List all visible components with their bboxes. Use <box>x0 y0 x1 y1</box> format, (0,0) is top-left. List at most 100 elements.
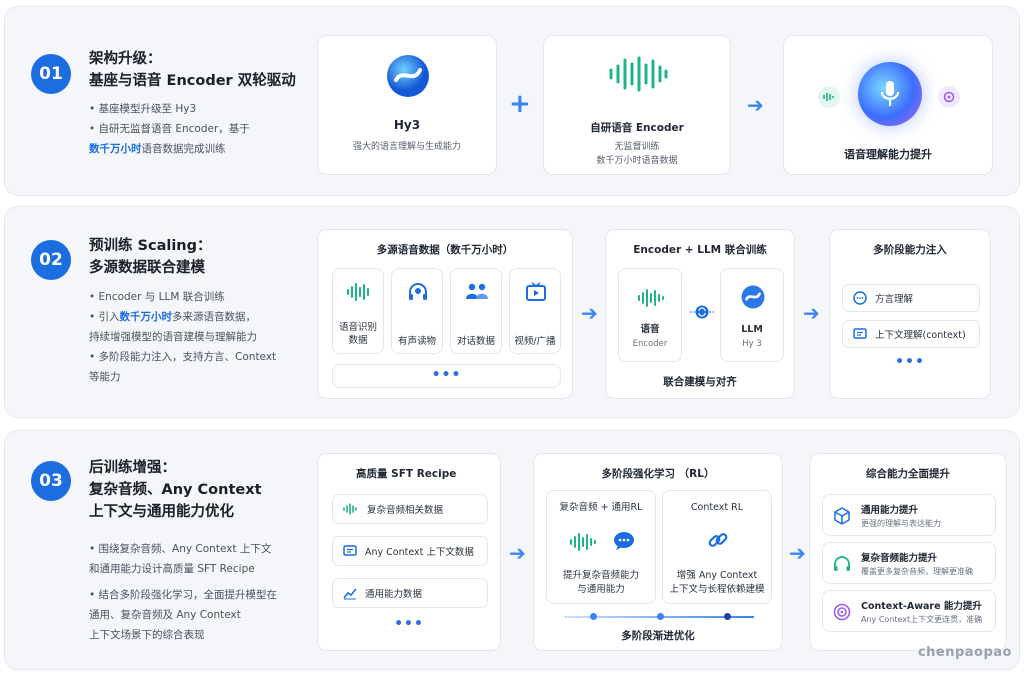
waveform-badge-icon <box>818 86 840 108</box>
section-pretraining: 02 预训练 Scaling： 多源数据联合建模 • Encoder 与 LLM… <box>4 206 1020 418</box>
bullet-text: 和通用能力设计高质量 SFT Recipe <box>89 563 255 575</box>
joint-caption: 联合建模与对齐 <box>663 376 737 388</box>
line-chart-icon <box>343 586 357 600</box>
rl-stage-title: Context RL <box>690 502 744 513</box>
waveform-icon <box>637 289 665 311</box>
progress-dot <box>724 613 731 620</box>
highlight-text: 数千万小时 <box>119 311 173 323</box>
rl-stage-title: 复杂音频 + 通用RL <box>559 502 643 513</box>
title-line: 复杂音频、Any Context <box>89 482 262 498</box>
sources-title: 多源语音数据（数千万小时） <box>376 244 514 256</box>
sft-label: Any Context 上下文数据 <box>365 547 474 558</box>
section-title: 预训练 Scaling： 多源数据联合建模 <box>89 235 212 279</box>
bullet-list: • Encoder 与 LLM 联合训练 • 引入数千万小时多来源语音数据， 持… <box>89 287 276 387</box>
source-item: 视频/广播 <box>509 268 561 354</box>
chat-bubble-icon <box>853 291 867 305</box>
overall-item: 复杂音频能力提升 覆盖更多复杂音频，理解更准确 <box>822 542 996 584</box>
bullet-text-post: 多来源语音数据， <box>172 311 257 323</box>
waveform-icon <box>569 533 597 555</box>
hy3-desc: 强大的语言理解与生成能力 <box>352 142 461 152</box>
arrow-right-icon: ➔ <box>803 301 820 325</box>
rl-stage-desc: 提升复杂音频能力 <box>562 570 639 581</box>
arrow-right-icon: ➔ <box>581 301 598 325</box>
waveform-icon <box>608 56 668 96</box>
arrow-right-icon: ➔ <box>789 541 806 565</box>
overall-item-title: 通用能力提升 <box>861 505 919 516</box>
title-line: 后训练增强： <box>89 460 176 476</box>
stages-card: 多阶段能力注入 方言理解 上下文理解(context) ••• <box>829 229 991 399</box>
section-title: 架构升级： 基座与语音 Encoder 双轮驱动 <box>89 48 296 92</box>
sft-item: 通用能力数据 <box>332 578 488 608</box>
progress-dot <box>657 613 664 620</box>
progress-dot <box>590 613 597 620</box>
sft-label: 通用能力数据 <box>365 589 423 600</box>
bullet-text: • 自研无监督语音 Encoder，基于 <box>89 123 250 135</box>
sft-item: Any Context 上下文数据 <box>332 536 488 566</box>
hy3-logo-icon <box>386 54 430 98</box>
title-line: 基座与语音 Encoder 双轮驱动 <box>89 73 296 89</box>
sft-item: 复杂音频相关数据 <box>332 494 488 524</box>
hy3-card: Hy3 强大的语言理解与生成能力 <box>317 35 497 175</box>
title-line: 多源数据联合建模 <box>89 260 205 276</box>
bullet-list: • 围绕复杂音频、Any Context 上下文 和通用能力设计高质量 SFT … <box>89 539 277 645</box>
stage-item: 上下文理解(context) <box>842 320 980 348</box>
result-card: 语音理解能力提升 <box>783 35 993 175</box>
sft-label: 复杂音频相关数据 <box>367 505 444 516</box>
overall-item-desc: 更强的理解与表达能力 <box>861 519 941 528</box>
rl-title: 多阶段强化学习 （RL） <box>601 468 715 480</box>
bullet-text: • 结合多阶段强化学习，全面提升模型在 <box>89 589 278 601</box>
hy3-logo-icon <box>741 285 765 313</box>
sft-title: 高质量 SFT Recipe <box>356 468 457 480</box>
overall-item-title: 复杂音频能力提升 <box>861 553 938 564</box>
highlight-text: 数千万小时 <box>89 143 142 155</box>
cube-icon <box>833 507 851 529</box>
overall-item-title: Context-Aware 能力提升 <box>861 601 982 612</box>
rl-stage-desc: 增强 Any Context <box>676 570 758 581</box>
watermark: chenpaopao <box>917 645 1012 660</box>
step-number-badge: 02 <box>31 240 71 280</box>
encoder-card: 自研语音 Encoder 无监督训练 数千万小时语音数据 <box>543 35 731 175</box>
encoder-sublabel: Encoder <box>632 339 668 349</box>
overall-card: 综合能力全面提升 通用能力提升 更强的理解与表达能力 复杂音频能力提升 覆盖更多… <box>809 453 1007 651</box>
rl-stage-general: 复杂音频 + 通用RL 提升复杂音频能力 与通用能力 <box>546 490 656 604</box>
rl-card: 多阶段强化学习 （RL） 复杂音频 + 通用RL 提升复杂音频能力 与通用能力 … <box>533 453 783 651</box>
stages-title: 多阶段能力注入 <box>873 244 947 256</box>
llm-sublabel: Hy 3 <box>742 339 762 349</box>
source-label: 有声读物 <box>397 336 436 347</box>
stage-label: 上下文理解(context) <box>875 330 966 341</box>
waveform-icon <box>343 503 359 515</box>
bullet-list: • 基座模型升级至 Hy3 • 自研无监督语音 Encoder，基于 数千万小时… <box>89 99 250 159</box>
more-sources: ••• <box>332 364 561 388</box>
target-icon <box>833 603 851 625</box>
section-title: 后训练增强： 复杂音频、Any Context 上下文与通用能力优化 <box>89 457 262 523</box>
stage-label: 方言理解 <box>875 294 914 305</box>
overall-item-desc: Any Context上下文更连贯，准确 <box>861 615 983 624</box>
bullet-text: • Encoder 与 LLM 联合训练 <box>89 291 225 303</box>
hy3-name: Hy3 <box>393 118 421 132</box>
encoder-line1: 无监督训练 <box>614 142 660 152</box>
joint-title: Encoder + LLM 联合训练 <box>633 244 767 256</box>
llm-label: LLM <box>741 324 763 335</box>
encoder-box: 语音 Encoder <box>618 268 682 362</box>
ellipsis-icon: ••• <box>394 616 424 632</box>
joint-training-card: Encoder + LLM 联合训练 语音 Encoder LLM Hy 3 联… <box>605 229 795 399</box>
encoder-line2: 数千万小时语音数据 <box>596 156 678 166</box>
overall-item: Context-Aware 能力提升 Any Context上下文更连贯，准确 <box>822 590 996 632</box>
plus-icon: + <box>509 89 531 119</box>
microphone-icon <box>858 62 922 126</box>
title-line: 上下文与通用能力优化 <box>89 504 234 520</box>
rl-caption: 多阶段渐进优化 <box>621 630 695 642</box>
source-label: 语音识别 <box>338 322 377 333</box>
source-item: 对话数据 <box>450 268 502 354</box>
result-label: 语音理解能力提升 <box>844 148 932 161</box>
section-posttraining: 03 后训练增强： 复杂音频、Any Context 上下文与通用能力优化 • … <box>4 430 1020 670</box>
bullet-text: 上下文场景下的综合表现 <box>89 629 205 641</box>
rl-stage-context: Context RL 增强 Any Context 上下文与长程依赖建模 <box>662 490 772 604</box>
source-label: 数据 <box>348 335 368 346</box>
sft-card: 高质量 SFT Recipe 复杂音频相关数据 Any Context 上下文数… <box>317 453 501 651</box>
overall-item: 通用能力提升 更强的理解与表达能力 <box>822 494 996 536</box>
section-architecture: 01 架构升级： 基座与语音 Encoder 双轮驱动 • 基座模型升级至 Hy… <box>4 6 1020 196</box>
bullet-text-pre: • 引入 <box>89 311 120 323</box>
ellipsis-icon: ••• <box>431 367 462 383</box>
overall-title: 综合能力全面提升 <box>866 468 950 480</box>
